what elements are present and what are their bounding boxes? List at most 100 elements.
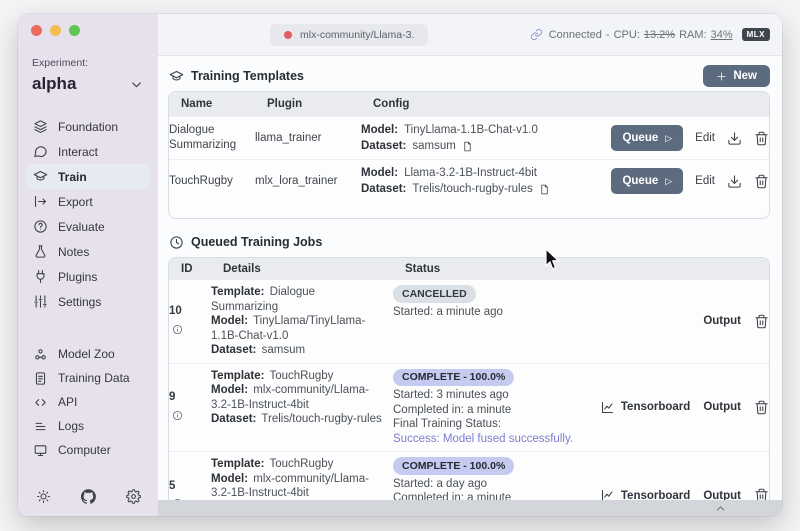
code-icon xyxy=(32,394,48,410)
flask-icon xyxy=(32,244,48,260)
sidebar-item-interact[interactable]: Interact xyxy=(26,139,150,164)
top-bar: mlx-community/Llama-3. Connected - CPU: … xyxy=(158,14,782,56)
job-id: 5 xyxy=(169,479,176,492)
column-config: Config xyxy=(373,98,410,110)
delete-template-button[interactable] xyxy=(754,131,769,146)
sidebar-item-label: Export xyxy=(58,194,93,209)
sidebar-item-train[interactable]: Train xyxy=(26,164,150,189)
output-button[interactable]: Output xyxy=(703,315,741,327)
connection-status: Connected - CPU: 13.2% RAM: 34% MLX xyxy=(529,27,770,43)
ram-value: 34% xyxy=(710,28,733,41)
sidebar-item-notes[interactable]: Notes xyxy=(26,239,150,264)
export-template-button[interactable] xyxy=(727,174,742,189)
close-window-button[interactable] xyxy=(31,25,42,36)
expand-footer-button[interactable] xyxy=(715,503,726,514)
column-status: Status xyxy=(405,262,441,275)
edit-button[interactable]: Edit xyxy=(695,132,715,144)
output-button[interactable]: Output xyxy=(703,490,741,500)
trash-icon xyxy=(755,488,768,500)
template-plugin: llama_trainer xyxy=(255,131,322,144)
sidebar-item-label: Training Data xyxy=(58,371,130,385)
experiment-label: Experiment: xyxy=(32,57,89,69)
sidebar: Experiment: alpha Foundation Interact Tr… xyxy=(18,14,158,516)
templates-table-header: Name Plugin Config xyxy=(169,92,769,116)
connected-label: Connected xyxy=(548,28,602,41)
sidebar-item-api[interactable]: API xyxy=(26,390,150,414)
status-badge: COMPLETE - 100.0% xyxy=(393,368,515,386)
config-dataset: samsum xyxy=(412,140,456,152)
sidebar-nav-secondary: Model Zoo Training Data API Logs Compute… xyxy=(18,342,158,462)
delete-job-button[interactable] xyxy=(754,400,769,415)
minimize-window-button[interactable] xyxy=(50,25,61,36)
export-template-button[interactable] xyxy=(727,131,742,146)
info-icon[interactable] xyxy=(169,407,185,423)
experiment-name: alpha xyxy=(32,74,77,93)
app-window: Experiment: alpha Foundation Interact Tr… xyxy=(18,14,782,516)
engine-badge[interactable]: MLX xyxy=(741,28,770,41)
job-row: 10 Template: Dialogue Summarizing Model:… xyxy=(169,279,769,363)
question-circle-icon xyxy=(32,219,48,235)
job-template: TouchRugby xyxy=(269,369,334,382)
sidebar-item-plugins[interactable]: Plugins xyxy=(26,264,150,289)
sidebar-item-logs[interactable]: Logs xyxy=(26,414,150,438)
new-template-button[interactable]: New xyxy=(703,65,770,87)
dataset-file-icon xyxy=(537,181,553,197)
graduation-cap-icon xyxy=(32,169,48,185)
sidebar-item-label: Interact xyxy=(58,144,99,159)
sidebar-item-training-data[interactable]: Training Data xyxy=(26,366,150,390)
sidebar-item-evaluate[interactable]: Evaluate xyxy=(26,214,150,239)
training-templates-header: Training Templates New xyxy=(168,64,770,88)
sidebar-item-label: Computer xyxy=(58,443,111,457)
zoom-window-button[interactable] xyxy=(69,25,80,36)
column-details: Details xyxy=(223,262,261,275)
play-icon: ▷ xyxy=(665,175,673,186)
job-completed: Completed in: a minute xyxy=(393,403,512,416)
column-plugin: Plugin xyxy=(267,98,303,110)
delete-job-button[interactable] xyxy=(754,314,769,329)
sidebar-item-label: Plugins xyxy=(58,269,98,284)
sidebar-item-settings[interactable]: Settings xyxy=(26,289,150,314)
sidebar-item-export[interactable]: Export xyxy=(26,189,150,214)
export-arrow-icon xyxy=(32,194,48,210)
theme-brightness-icon[interactable] xyxy=(35,488,51,504)
cpu-label: CPU: xyxy=(613,28,640,41)
final-status-message: Success: Model fused successfully. xyxy=(393,432,574,445)
job-row: 9 Template: TouchRugby Model: mlx-commun… xyxy=(169,362,769,452)
sidebar-item-computer[interactable]: Computer xyxy=(26,438,150,462)
graduation-cap-icon xyxy=(168,68,184,84)
settings-gear-icon[interactable] xyxy=(125,488,141,504)
experiment-selector[interactable]: alpha xyxy=(32,74,144,94)
delete-template-button[interactable] xyxy=(754,174,769,189)
queue-button[interactable]: Queue ▷ xyxy=(611,125,684,151)
info-icon[interactable] xyxy=(169,321,185,337)
sidebar-item-label: Foundation xyxy=(58,119,119,134)
job-started: Started: a day ago xyxy=(393,477,487,490)
edit-button[interactable]: Edit xyxy=(695,175,715,187)
sidebar-footer xyxy=(18,488,158,516)
column-name: Name xyxy=(181,98,213,110)
cpu-value: 13.2% xyxy=(643,28,676,41)
ram-label: RAM: xyxy=(679,28,707,41)
job-started: Started: 3 minutes ago xyxy=(393,389,509,401)
section-title: Queued Training Jobs xyxy=(191,235,323,249)
tensorboard-button[interactable]: Tensorboard xyxy=(600,488,690,500)
chart-icon xyxy=(601,401,613,413)
output-button[interactable]: Output xyxy=(703,401,741,413)
sidebar-item-model-zoo[interactable]: Model Zoo xyxy=(26,342,150,366)
clock-icon xyxy=(168,234,184,250)
template-name: TouchRugby xyxy=(169,174,233,187)
queue-button[interactable]: Queue ▷ xyxy=(611,168,684,194)
tensorboard-button[interactable]: Tensorboard xyxy=(600,400,690,415)
job-details: Template: TouchRugby Model: mlx-communit… xyxy=(211,369,382,426)
sidebar-item-label: Settings xyxy=(58,294,102,309)
sidebar-item-label: Model Zoo xyxy=(58,347,115,361)
job-template: TouchRugby xyxy=(269,458,334,470)
delete-job-button[interactable] xyxy=(754,488,769,500)
github-icon[interactable] xyxy=(80,488,96,504)
job-dataset: samsum xyxy=(261,344,306,356)
config-model: TinyLlama-1.1B-Chat-v1.0 xyxy=(404,124,538,136)
job-id: 9 xyxy=(169,391,176,404)
template-row: TouchRugby mlx_lora_trainer Model: Llama-… xyxy=(169,159,769,202)
current-model-pill[interactable]: mlx-community/Llama-3. xyxy=(270,23,429,46)
sidebar-item-foundation[interactable]: Foundation xyxy=(26,114,150,139)
